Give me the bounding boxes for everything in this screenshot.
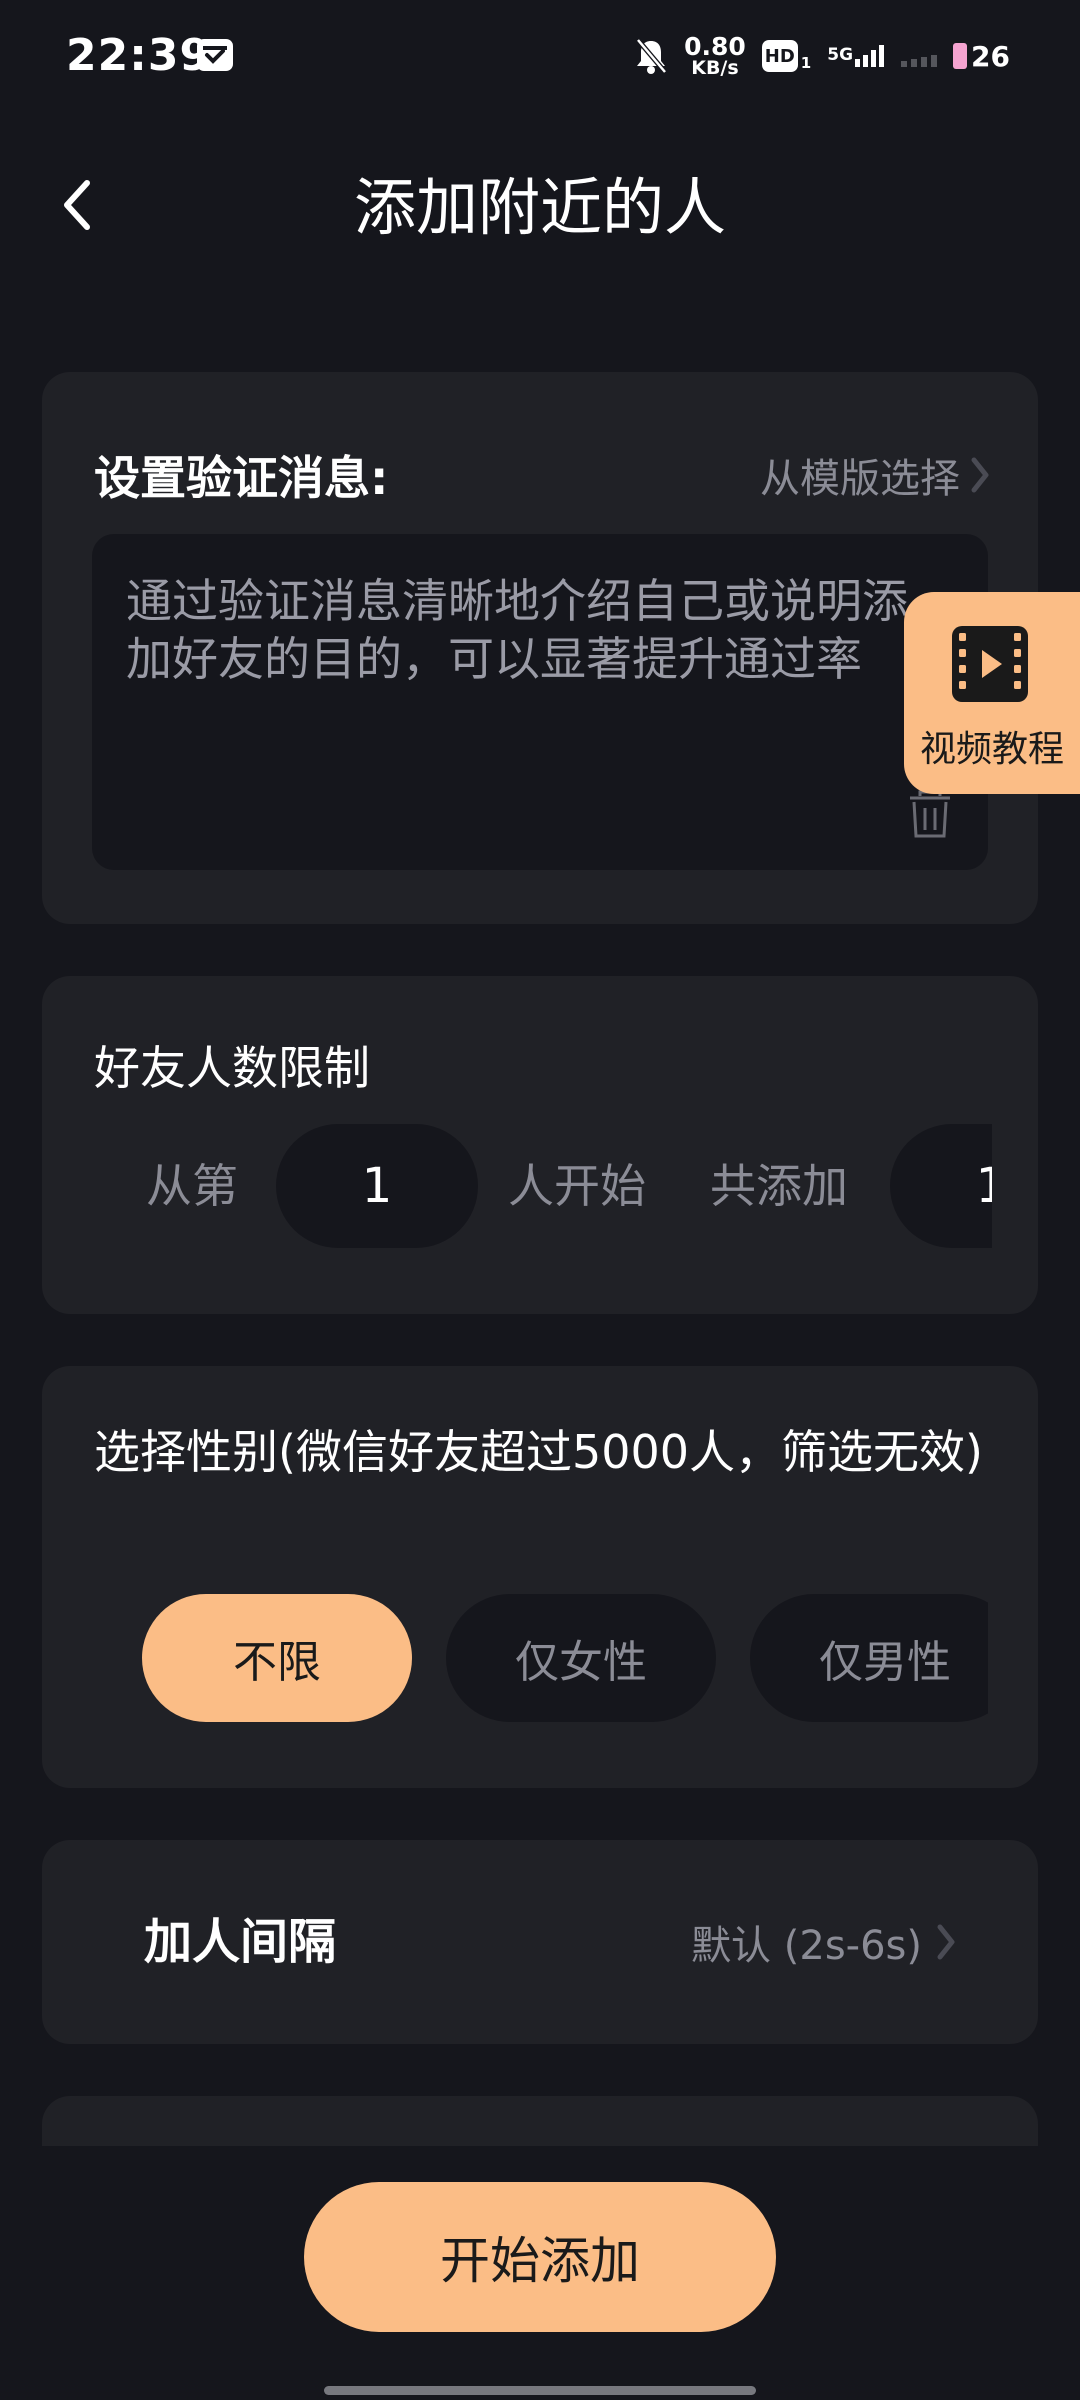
gender-options: 不限 仅女性 仅男性 [42,1594,988,1722]
start-add-button[interactable]: 开始添加 [304,2182,776,2332]
battery: 26 [953,40,1010,73]
gender-option-male[interactable]: 仅男性 [750,1594,988,1722]
gender-option-female[interactable]: 仅女性 [446,1594,716,1722]
hd-sub: 1 [800,54,812,72]
gender-card: 选择性别(微信好友超过5000人，筛选无效) 不限 仅女性 仅男性 [42,1366,1038,1788]
add-interval-row[interactable]: 加人间隔 默认 (2s-6s) [42,1840,1038,2044]
chevron-right-icon [937,1924,955,1960]
notification-app-icon [197,39,233,71]
start-add-label: 开始添加 [440,2232,640,2290]
gender-title: 选择性别(微信好友超过5000人，筛选无效) [94,1425,983,1479]
verify-message-placeholder: 通过验证消息清晰地介绍自己或说明添加好友的目的，可以显著提升通过率 [126,574,908,686]
add-interval-value: 默认 (2s-6s) [691,1923,922,1969]
friend-limit-card: 好友人数限制 从第 1 人开始 共添加 1 [42,976,1038,1314]
hd-label: HD [761,40,798,72]
net-speed: 0.80 KB/s [684,34,746,78]
signal-5g: 5G [827,45,885,67]
total-count-input[interactable]: 1 [890,1124,992,1248]
friend-limit-row: 从第 1 人开始 共添加 1 [42,1124,992,1248]
verify-message-input[interactable]: 通过验证消息清晰地介绍自己或说明添加好友的目的，可以显著提升通过率 [92,534,988,870]
from-label: 从第 [146,1159,238,1213]
chevron-right-icon [971,457,989,493]
template-select-label: 从模版选择 [760,456,960,502]
chevron-left-icon [64,180,90,230]
friend-limit-title: 好友人数限制 [94,1041,370,1095]
net-speed-unit: KB/s [691,57,739,79]
verify-title: 设置验证消息: [94,451,389,505]
signal-icon [855,45,885,67]
start-index-input[interactable]: 1 [276,1124,478,1248]
video-tutorial-button[interactable]: 视频教程 [904,592,1080,794]
home-indicator[interactable] [324,2386,756,2395]
page-title: 添加附近的人 [353,171,726,244]
status-right-group: 0.80 KB/s HD 1 5G 26 [634,30,1010,82]
add-interval-value-group: 默认 (2s-6s) [691,1840,956,2044]
gender-option-label: 不限 [233,1637,321,1688]
battery-icon [953,43,968,69]
gender-option-label: 仅男性 [819,1637,951,1688]
add-interval-title: 加人间隔 [144,1914,337,1970]
battery-level: 26 [971,39,1010,73]
total-count-value: 1 [975,1158,992,1214]
status-bar: 22:39 0.80 KB/s HD 1 5G 26 [0,0,1080,115]
hd-badge: HD 1 [761,40,812,72]
video-tutorial-label: 视频教程 [919,729,1064,770]
trash-icon[interactable] [906,788,954,840]
status-time: 22:39 [66,30,212,81]
bell-muted-icon [636,38,668,74]
add-nearby-page: 22:39 0.80 KB/s HD 1 5G 26 添加附近的人 设置验证消息… [0,0,1080,2400]
verify-message-card: 设置验证消息: 从模版选择 通过验证消息清晰地介绍自己或说明添加好友的目的，可以… [42,372,1038,924]
start-index-value: 1 [361,1158,393,1214]
template-select-link[interactable]: 从模版选择 [760,446,990,504]
video-play-icon [952,626,1028,702]
start-suffix-label: 人开始 [508,1159,646,1213]
net-speed-value: 0.80 [684,32,746,61]
signal-weak-icon [901,55,938,67]
gender-option-any[interactable]: 不限 [142,1594,412,1722]
gender-option-label: 仅女性 [515,1637,647,1688]
back-button[interactable] [46,170,106,240]
network-type: 5G [827,45,854,65]
total-label: 共添加 [710,1159,848,1213]
